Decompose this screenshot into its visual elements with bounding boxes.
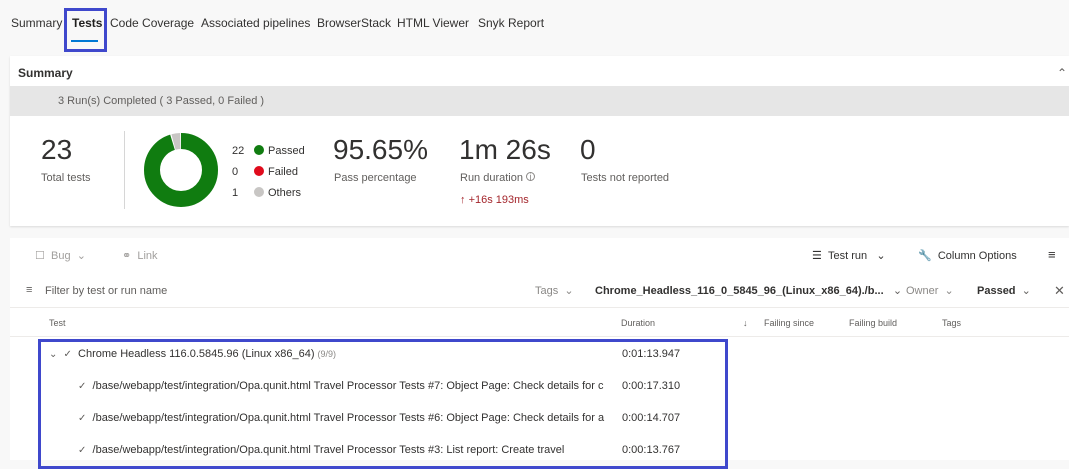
clear-filters-icon[interactable]: ✕ [1054, 283, 1065, 299]
collapse-icon[interactable]: ⌃ [1057, 66, 1067, 80]
table-row[interactable]: ✓ /base/webapp/test/integration/Opa.quni… [10, 403, 1069, 435]
total-tests-label: Total tests [41, 172, 91, 184]
column-header-failing-since[interactable]: Failing since [764, 318, 814, 328]
run-duration-value: 1m 26s [459, 134, 551, 165]
legend-others: 1 Others [232, 187, 302, 199]
test-duration: 0:00:13.767 [622, 444, 681, 456]
column-header-failing-build[interactable]: Failing build [849, 318, 897, 328]
legend-passed: 22 Passed [232, 145, 305, 157]
tab-bar: Summary Tests Code Coverage Associated p… [0, 0, 1069, 48]
table-row[interactable]: ✓ /base/webapp/test/integration/Opa.quni… [10, 435, 1069, 467]
tab-summary[interactable]: Summary [11, 16, 62, 30]
legend-failed: 0 Failed [232, 166, 298, 178]
filter-input[interactable]: Filter by test or run name [45, 285, 167, 297]
chevron-down-icon: ⌄ [892, 285, 903, 297]
column-options-button[interactable]: 🔧 Column Options [918, 249, 1017, 262]
active-tab-indicator [71, 40, 98, 42]
chevron-down-icon: ⌄ [876, 250, 886, 262]
column-header-test[interactable]: Test [49, 318, 66, 328]
tests-not-reported-label: Tests not reported [581, 172, 670, 184]
filter-lines-icon: ≡ [26, 284, 33, 296]
tab-browserstack[interactable]: BrowserStack [317, 16, 391, 30]
chevron-down-icon: ⌄ [944, 285, 954, 297]
check-icon: ✓ [78, 381, 87, 392]
tags-filter[interactable]: Tags ⌄ [535, 284, 574, 297]
test-name: ✓ /base/webapp/test/integration/Opa.quni… [78, 444, 565, 456]
tab-associated-pipelines[interactable]: Associated pipelines [201, 16, 310, 30]
outcome-filter[interactable]: Passed ⌄ [977, 284, 1031, 297]
donut-slice-passed [144, 133, 218, 207]
duration-delta: ↑ +16s 193ms [460, 194, 529, 206]
chevron-down-icon: ⌄ [76, 250, 86, 262]
test-duration: 0:00:17.310 [622, 380, 681, 392]
group-label: ⌄ ✓ Chrome Headless 116.0.5845.96 (Linux… [49, 348, 337, 360]
run-duration-label: Run duration i [460, 172, 535, 184]
filter-icon[interactable]: ≡ [1048, 247, 1056, 262]
sort-arrow-icon[interactable]: ↓ [743, 318, 748, 328]
table-row[interactable]: ✓ /base/webapp/test/integration/Opa.quni… [10, 371, 1069, 403]
check-icon: ✓ [63, 349, 72, 360]
expand-chevron-icon[interactable]: ⌄ [49, 349, 57, 360]
test-duration: 0:00:14.707 [622, 412, 681, 424]
pass-percentage-label: Pass percentage [334, 172, 417, 184]
total-tests-count: 23 [41, 134, 73, 165]
test-name: ✓ /base/webapp/test/integration/Opa.quni… [78, 412, 605, 424]
summary-title: Summary [18, 66, 73, 80]
column-header-tags[interactable]: Tags [942, 318, 961, 328]
tab-snyk-report[interactable]: Snyk Report [478, 16, 544, 30]
group-row[interactable]: ⌄ ✓ Chrome Headless 116.0.5845.96 (Linux… [10, 339, 1069, 371]
summary-card: Summary ⌃ 3 Run(s) Completed ( 3 Passed,… [10, 56, 1069, 226]
tab-code-coverage[interactable]: Code Coverage [110, 16, 194, 30]
test-name: ✓ /base/webapp/test/integration/Opa.quni… [78, 380, 604, 392]
check-icon: ✓ [78, 445, 87, 456]
tab-tests[interactable]: Tests [72, 16, 102, 30]
wrench-icon: 🔧 [918, 250, 932, 262]
column-header-duration[interactable]: Duration [621, 318, 655, 328]
info-icon[interactable]: i [526, 172, 535, 182]
filter-bar: ≡ Filter by test or run name Tags ⌄ Chro… [10, 278, 1069, 308]
check-icon: ✓ [78, 413, 87, 424]
tab-html-viewer[interactable]: HTML Viewer [397, 16, 469, 30]
test-results-panel: ☐ Bug ⌄ ⚭ Link ☰ Test run ⌄ 🔧 Column Opt… [10, 238, 1069, 460]
chevron-down-icon: ⌄ [1021, 285, 1031, 297]
run-status-bar: 3 Run(s) Completed ( 3 Passed, 0 Failed … [10, 86, 1069, 116]
bug-button[interactable]: ☐ Bug ⌄ [35, 249, 86, 262]
pass-percentage-value: 95.65% [333, 134, 428, 165]
runs-completed-text: 3 Run(s) Completed ( 3 Passed, 0 Failed … [58, 95, 265, 107]
header-divider [10, 336, 1069, 337]
tests-not-reported-count: 0 [580, 134, 596, 165]
test-run-dropdown[interactable]: ☰ Test run ⌄ [812, 249, 886, 262]
outcome-donut-chart [144, 133, 218, 207]
run-filter[interactable]: Chrome_Headless_116_0_5845_96_(Linux_x86… [595, 284, 902, 297]
link-icon: ⚭ [122, 250, 132, 262]
bug-icon: ☐ [35, 250, 45, 262]
chevron-down-icon: ⌄ [564, 285, 574, 297]
group-duration: 0:01:13.947 [622, 348, 681, 360]
link-button[interactable]: ⚭ Link [122, 249, 158, 262]
owner-filter[interactable]: Owner ⌄ [906, 284, 954, 297]
summary-divider [124, 131, 125, 209]
failed-dot-icon [254, 166, 264, 176]
arrow-up-icon: ↑ [460, 194, 466, 206]
list-icon: ☰ [812, 250, 822, 262]
passed-dot-icon [254, 145, 264, 155]
others-dot-icon [254, 187, 264, 197]
